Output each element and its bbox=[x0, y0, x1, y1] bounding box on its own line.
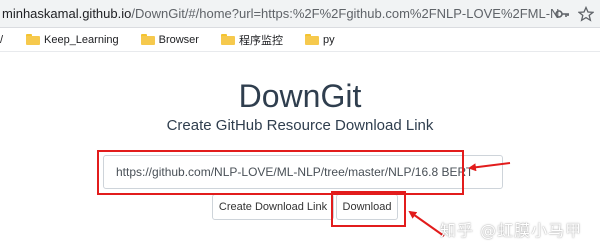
bookmark-keep-learning[interactable]: Keep_Learning bbox=[26, 34, 119, 46]
bookmark-program-monitor[interactable]: 程序监控 bbox=[220, 32, 283, 48]
url-host: minhaskamal.github.io bbox=[2, 6, 132, 21]
page-subtitle: Create GitHub Resource Download Link bbox=[166, 117, 434, 134]
bookmarks-bar: / Keep_Learning Browser 程序监控 py bbox=[0, 28, 600, 52]
folder-icon bbox=[220, 34, 235, 45]
bookmark-py[interactable]: py bbox=[304, 33, 335, 46]
folder-icon bbox=[304, 34, 319, 45]
folder-icon bbox=[26, 34, 40, 45]
key-icon[interactable] bbox=[554, 6, 570, 22]
bookmark-partial[interactable]: / bbox=[0, 34, 10, 46]
address-bar-icons bbox=[554, 5, 595, 22]
bookmark-label: py bbox=[322, 33, 335, 46]
bookmark-label: Browser bbox=[158, 33, 199, 46]
url-path: /DownGit/#/home?url=https:%2F%2Fgithub.c… bbox=[131, 6, 560, 21]
address-bar[interactable]: minhaskamal.github.io/DownGit/#/home?url… bbox=[0, 0, 600, 28]
bookmark-label: Keep_Learning bbox=[44, 33, 119, 46]
bookmark-label: 程序监控 bbox=[238, 34, 283, 47]
create-download-link-button[interactable]: Create Download Link bbox=[212, 194, 334, 220]
browser-window: minhaskamal.github.io/DownGit/#/home?url… bbox=[0, 0, 600, 252]
bookmark-browser[interactable]: Browser bbox=[140, 33, 199, 46]
highlight-box-download bbox=[331, 191, 406, 227]
folder-icon bbox=[140, 34, 155, 45]
highlight-box-input bbox=[97, 150, 464, 195]
star-icon[interactable] bbox=[577, 5, 595, 22]
watermark: 知乎 @虹膜小马甲 bbox=[440, 221, 583, 240]
arrow-to-download bbox=[408, 210, 445, 237]
url-text[interactable]: minhaskamal.github.io/DownGit/#/home?url… bbox=[0, 6, 560, 21]
page-title: DownGit bbox=[238, 78, 362, 114]
